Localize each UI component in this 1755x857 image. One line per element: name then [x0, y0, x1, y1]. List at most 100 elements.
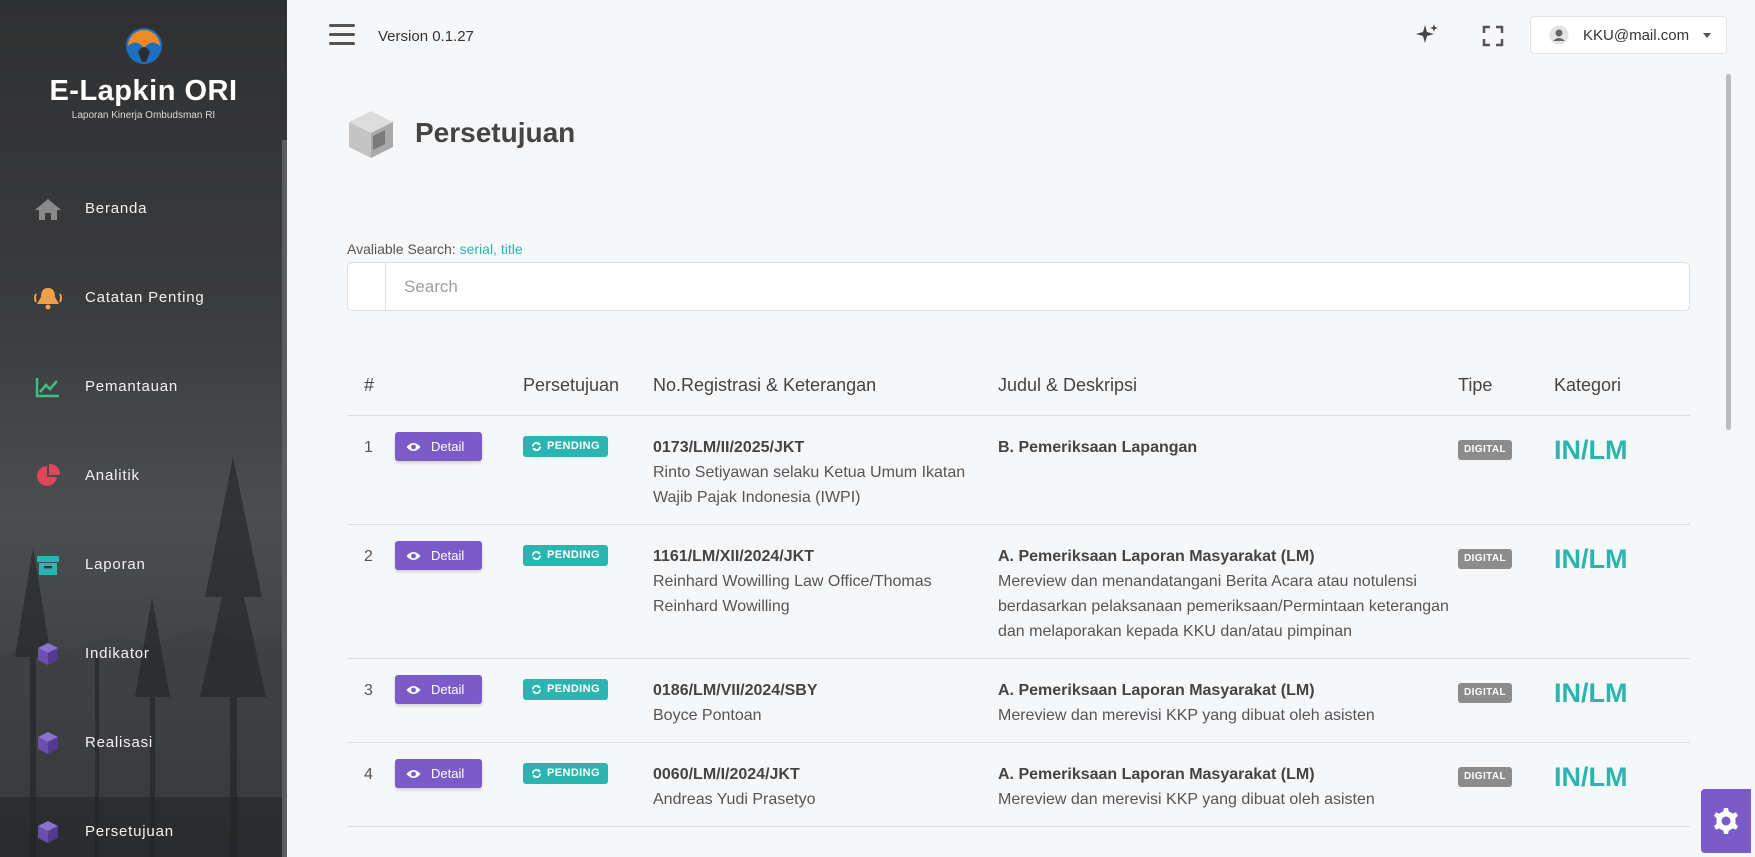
item-title: A. Pemeriksaan Laporan Masyarakat (LM): [998, 681, 1315, 699]
menu-toggle-icon[interactable]: [329, 24, 355, 46]
type-badge: DIGITAL: [1458, 682, 1513, 703]
sidebar-nav: Beranda Catatan Penting Pemantauan Anali…: [0, 164, 282, 857]
sidebar-item-catatan-penting[interactable]: Catatan Penting: [0, 253, 282, 342]
sidebar-item-label: Analitik: [85, 467, 140, 484]
eye-icon: [406, 685, 421, 694]
category-label: IN/LM: [1554, 543, 1628, 574]
search-box: [347, 262, 1690, 311]
eye-icon: [406, 442, 421, 451]
brand-title: E-Lapkin ORI: [49, 75, 238, 107]
chevron-down-icon: [1703, 32, 1712, 38]
home-icon: [34, 195, 62, 223]
sidebar-item-realisasi[interactable]: Realisasi: [0, 698, 282, 787]
brand-subtitle: Laporan Kinerja Ombudsman RI: [71, 110, 216, 121]
sidebar-item-indikator[interactable]: Indikator: [0, 609, 282, 698]
search-prefix: [348, 263, 386, 310]
item-title: A. Pemeriksaan Laporan Masyarakat (LM): [998, 765, 1315, 783]
user-avatar-icon: [1549, 25, 1569, 45]
table-row: 3 Detail PENDING 0186/LM/VII/2024/SBY Bo…: [347, 658, 1690, 743]
user-menu-button[interactable]: KKU@mail.com: [1530, 16, 1727, 54]
sidebar-item-label: Pemantauan: [85, 378, 179, 395]
category-label: IN/LM: [1554, 434, 1628, 465]
column-header-registration: No.Registrasi & Keterangan: [653, 357, 998, 416]
row-number: 2: [347, 524, 395, 659]
status-badge-label: PENDING: [547, 682, 600, 695]
sidebar-item-persetujuan[interactable]: Persetujuan: [0, 787, 282, 857]
item-description: Mereview dan merevisi KKP yang dibuat ol…: [998, 790, 1375, 808]
archive-icon: [34, 551, 62, 579]
cube-icon: [34, 640, 62, 668]
status-badge: PENDING: [523, 678, 608, 700]
sidebar-item-label: Catatan Penting: [85, 289, 205, 306]
item-title: A. Pemeriksaan Laporan Masyarakat (LM): [998, 547, 1315, 565]
sync-icon: [532, 550, 541, 560]
type-badge: DIGITAL: [1458, 548, 1513, 569]
status-badge: PENDING: [523, 544, 608, 566]
topbar: Version 0.1.27 KKU@mail.com: [287, 0, 1755, 72]
settings-button[interactable]: [1701, 789, 1751, 853]
registration-number: 0173/LM/II/2025/JKT: [653, 438, 805, 456]
category-label: IN/LM: [1554, 761, 1628, 792]
cube-page-icon: [349, 111, 393, 158]
item-description: Mereview dan merevisi KKP yang dibuat ol…: [998, 706, 1375, 724]
detail-button[interactable]: Detail: [395, 432, 483, 461]
status-badge-label: PENDING: [547, 548, 600, 561]
eye-icon: [406, 769, 421, 778]
eye-icon: [406, 551, 421, 560]
sidebar-item-pemantauan[interactable]: Pemantauan: [0, 342, 282, 431]
category-label: IN/LM: [1554, 677, 1628, 708]
main-scrollbar[interactable]: [1726, 74, 1731, 430]
search-input[interactable]: [386, 263, 1689, 310]
approval-table: # Persetujuan No.Registrasi & Keterangan…: [347, 357, 1690, 827]
fullscreen-icon[interactable]: [1481, 24, 1505, 48]
item-title: B. Pemeriksaan Lapangan: [998, 438, 1198, 456]
cube-icon: [34, 818, 62, 846]
search-hint-fields: serial, title: [459, 241, 523, 257]
pie-chart-icon: [34, 462, 62, 490]
sidebar-item-beranda[interactable]: Beranda: [0, 164, 282, 253]
line-chart-icon: [34, 373, 62, 401]
cube-icon: [34, 729, 62, 757]
sync-icon: [532, 768, 541, 778]
brand: E-Lapkin ORI Laporan Kinerja Ombudsman R…: [0, 26, 287, 121]
sidebar-item-label: Realisasi: [85, 734, 154, 751]
table-row: 4 Detail PENDING 0060/LM/I/2024/JKT Andr…: [347, 742, 1690, 827]
detail-button[interactable]: Detail: [395, 759, 483, 788]
column-header-type: Tipe: [1458, 357, 1554, 416]
sidebar-scrollbar[interactable]: [282, 140, 287, 857]
type-badge: DIGITAL: [1458, 766, 1513, 787]
status-badge: PENDING: [523, 435, 608, 457]
registration-number: 0060/LM/I/2024/JKT: [653, 765, 800, 783]
table-row: 1 Detail PENDING 0173/LM/II/2025/JKT Rin…: [347, 415, 1690, 525]
bell-icon: [34, 284, 62, 312]
sparkle-icon[interactable]: [1414, 22, 1440, 48]
status-badge-label: PENDING: [547, 766, 600, 779]
search-hint-label: Avaliable Search:: [347, 241, 456, 257]
status-badge: PENDING: [523, 762, 608, 784]
row-number: 4: [347, 742, 395, 827]
sidebar-item-label: Indikator: [85, 645, 150, 662]
user-email: KKU@mail.com: [1583, 26, 1690, 44]
ombudsman-logo-icon: [125, 28, 162, 64]
sidebar-item-label: Persetujuan: [85, 823, 174, 840]
app-version: Version 0.1.27: [378, 28, 474, 45]
column-header-approval: Persetujuan: [523, 357, 653, 416]
registration-number: 1161/LM/XII/2024/JKT: [653, 547, 814, 565]
detail-button[interactable]: Detail: [395, 675, 483, 704]
search-hint: Avaliable Search: serial, title: [347, 241, 523, 257]
detail-button-label: Detail: [431, 439, 465, 454]
row-number: 1: [347, 415, 395, 525]
sidebar-item-laporan[interactable]: Laporan: [0, 520, 282, 609]
sidebar-item-analitik[interactable]: Analitik: [0, 431, 282, 520]
detail-button[interactable]: Detail: [395, 541, 483, 570]
detail-button-label: Detail: [431, 682, 465, 697]
page-title: Persetujuan: [415, 117, 576, 148]
table-row: 2 Detail PENDING 1161/LM/XII/2024/JKT Re…: [347, 524, 1690, 659]
status-badge-label: PENDING: [547, 439, 600, 452]
detail-button-label: Detail: [431, 766, 465, 781]
row-number: 3: [347, 658, 395, 743]
gear-icon: [1714, 808, 1738, 834]
type-badge: DIGITAL: [1458, 439, 1513, 460]
column-header-category: Kategori: [1554, 357, 1690, 416]
registration-description: Rinto Setiyawan selaku Ketua Umum Ikatan…: [653, 463, 966, 506]
